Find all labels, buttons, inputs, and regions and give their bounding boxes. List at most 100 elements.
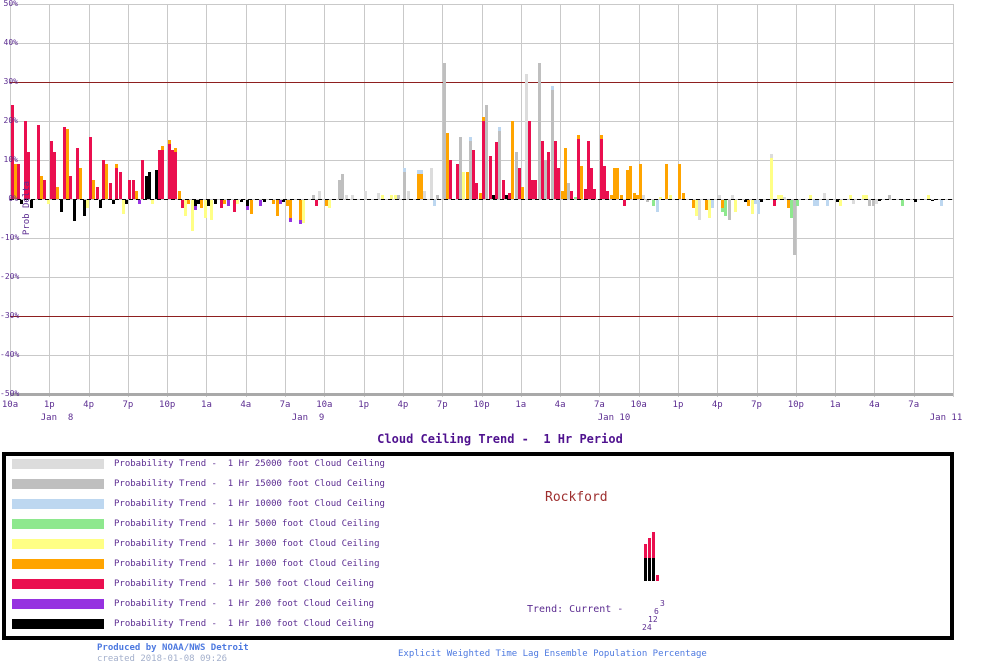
data-bar-cap-1000ft: [600, 135, 603, 139]
data-bar-100ft: [148, 172, 151, 199]
data-bar-500ft: [119, 172, 122, 199]
date-label: Jan 9: [292, 413, 325, 423]
data-bar-3000ft: [734, 200, 737, 212]
data-bar-10000ft: [656, 200, 659, 212]
data-bar-25000ft: [364, 191, 367, 199]
legend-label: Probability Trend - 1 Hr 5000 foot Cloud…: [114, 519, 380, 530]
data-bar-3000ft: [302, 200, 305, 223]
legend-label: Probability Trend - 1 Hr 100 foot Cloud …: [114, 619, 374, 630]
data-bar-500ft: [773, 200, 776, 206]
x-tick-label: 7a: [280, 400, 291, 410]
data-bar-500ft: [315, 200, 318, 206]
data-bar-100ft: [73, 200, 76, 221]
mini-bar-black: [652, 558, 655, 581]
legend-row: Probability Trend - 1 Hr 500 foot Cloud …: [6, 579, 906, 591]
data-bar-cap-10000ft: [403, 168, 406, 172]
data-bar-15000ft: [397, 195, 400, 199]
x-tick-label: 10p: [473, 400, 489, 410]
legend-swatch-500ft: [12, 579, 104, 589]
x-axis-line: [10, 393, 953, 396]
x-tick-label: 10a: [631, 400, 647, 410]
data-bar-500ft: [69, 176, 72, 199]
x-tick-label: 1p: [44, 400, 55, 410]
x-tick-label: 1p: [673, 400, 684, 410]
data-bar-10000ft: [826, 200, 829, 206]
legend-row: Probability Trend - 1 Hr 1000 foot Cloud…: [6, 559, 906, 571]
data-bar-3000ft: [669, 195, 672, 199]
data-bar-3000ft: [381, 195, 384, 199]
data-bar-25000ft: [345, 195, 348, 199]
trend-current-label: Trend: Current -: [527, 604, 623, 615]
data-bar-100ft: [240, 200, 243, 202]
data-bar-200ft: [138, 200, 141, 204]
data-bar-3000ft: [927, 195, 930, 199]
footer-produced-by: Produced by NOAA/NWS Detroit: [97, 643, 249, 653]
data-bar-3000ft: [47, 200, 50, 204]
legend-swatch-5000ft: [12, 519, 104, 529]
x-tick-label: 1p: [358, 400, 369, 410]
data-bar-500ft: [96, 187, 99, 199]
data-bar-25000ft: [852, 200, 855, 204]
data-bar-500ft: [109, 183, 112, 199]
v-gridline: [599, 4, 600, 397]
y-tick-label: -10%: [0, 234, 18, 242]
data-bar-100ft: [760, 200, 763, 202]
v-gridline: [482, 4, 483, 397]
data-bar-3000ft: [849, 195, 852, 199]
data-bar-100ft: [60, 200, 63, 212]
data-bar-cap-10000ft: [469, 137, 472, 141]
legend-swatch-100ft: [12, 619, 104, 629]
legend-row: Probability Trend - 1 Hr 15000 foot Clou…: [6, 479, 906, 491]
data-bar-15000ft: [793, 200, 796, 255]
v-gridline: [403, 4, 404, 397]
data-bar-25000ft: [783, 197, 786, 199]
data-bar-3000ft: [770, 158, 773, 199]
trend-hour-number: 24: [642, 623, 652, 632]
v-gridline: [364, 4, 365, 397]
data-bar-25000ft: [318, 191, 321, 199]
cloud-ceiling-trend-chart: Prob Delta 10a1p4p7p10p1a4a7a10a1p4p7p10…: [0, 0, 1000, 670]
data-bar-3000ft: [328, 200, 331, 208]
data-bar-100ft: [914, 200, 917, 202]
mini-bar-crimson: [656, 575, 659, 581]
data-bar-100ft: [125, 200, 128, 204]
data-bar-3000ft: [86, 200, 89, 208]
data-bar-cap-200ft: [246, 206, 249, 210]
mini-bar-crimson: [644, 544, 647, 558]
v-gridline: [678, 4, 679, 397]
x-tick-label: 10a: [316, 400, 332, 410]
mini-bar-black: [644, 558, 647, 581]
data-bar-100ft: [931, 200, 934, 201]
data-bar-1000ft: [56, 187, 59, 199]
data-bar-1000ft: [250, 200, 253, 214]
data-bar-200ft: [227, 200, 230, 206]
reference-line: [10, 316, 953, 317]
y-tick-label: 20%: [0, 117, 18, 125]
footer-created-timestamp: created 2018-01-08 09:26: [97, 654, 227, 664]
y-tick-label: -50%: [0, 390, 18, 398]
chart-title: Cloud Ceiling Trend - 1 Hr Period: [0, 432, 1000, 446]
data-bar-cap-25000ft: [770, 154, 773, 158]
legend-panel: Probability Trend - 1 Hr 25000 foot Clou…: [2, 452, 954, 640]
data-bar-100ft: [214, 200, 217, 204]
data-bar-cap-5000ft: [721, 208, 724, 212]
x-tick-label: 4a: [869, 400, 880, 410]
x-tick-label: 4a: [555, 400, 566, 410]
x-tick-label: 10p: [788, 400, 804, 410]
data-bar-cap-1000ft: [577, 135, 580, 139]
data-bar-25000ft: [423, 191, 426, 199]
data-bar-15000ft: [312, 195, 315, 199]
x-tick-label: 7p: [122, 400, 133, 410]
data-bar-100ft: [263, 200, 266, 202]
y-tick-label: 10%: [0, 156, 18, 164]
legend-swatch-25000ft: [12, 459, 104, 469]
data-bar-1000ft: [665, 164, 668, 199]
legend-label: Probability Trend - 1 Hr 500 foot Cloud …: [114, 579, 374, 590]
trend-hour-number: 3: [660, 599, 665, 608]
x-tick-label: 1a: [201, 400, 212, 410]
v-gridline: [953, 4, 954, 397]
data-bar-1000ft: [79, 168, 82, 199]
x-tick-label: 1a: [830, 400, 841, 410]
data-bar-100ft: [112, 200, 115, 204]
y-tick-label: -20%: [0, 273, 18, 281]
